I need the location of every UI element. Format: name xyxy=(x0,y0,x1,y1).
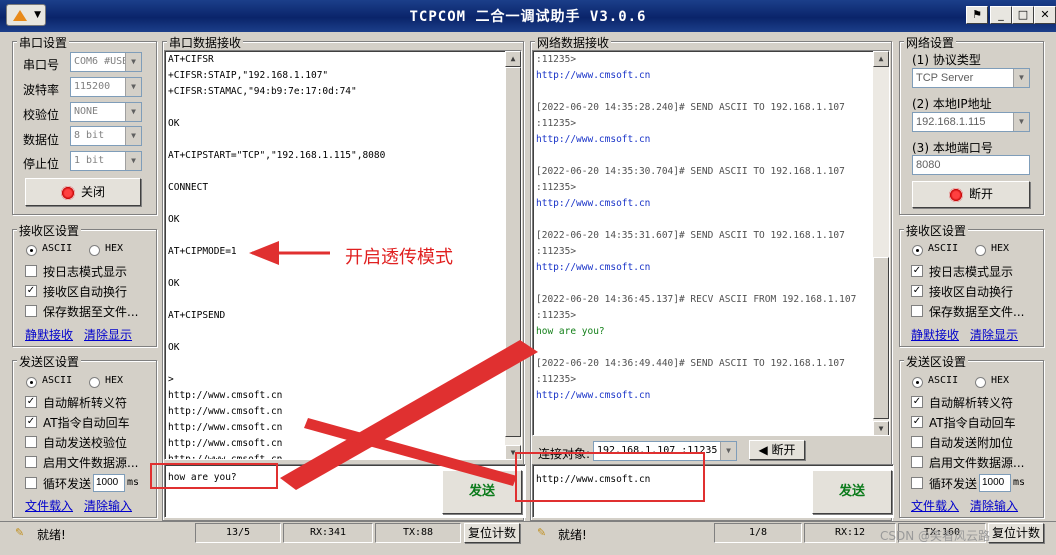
arrow-to-how-are-you xyxy=(280,340,538,490)
annotation-arrows xyxy=(249,241,538,490)
watermark: CSDN @笑看风云路 xyxy=(880,529,991,543)
